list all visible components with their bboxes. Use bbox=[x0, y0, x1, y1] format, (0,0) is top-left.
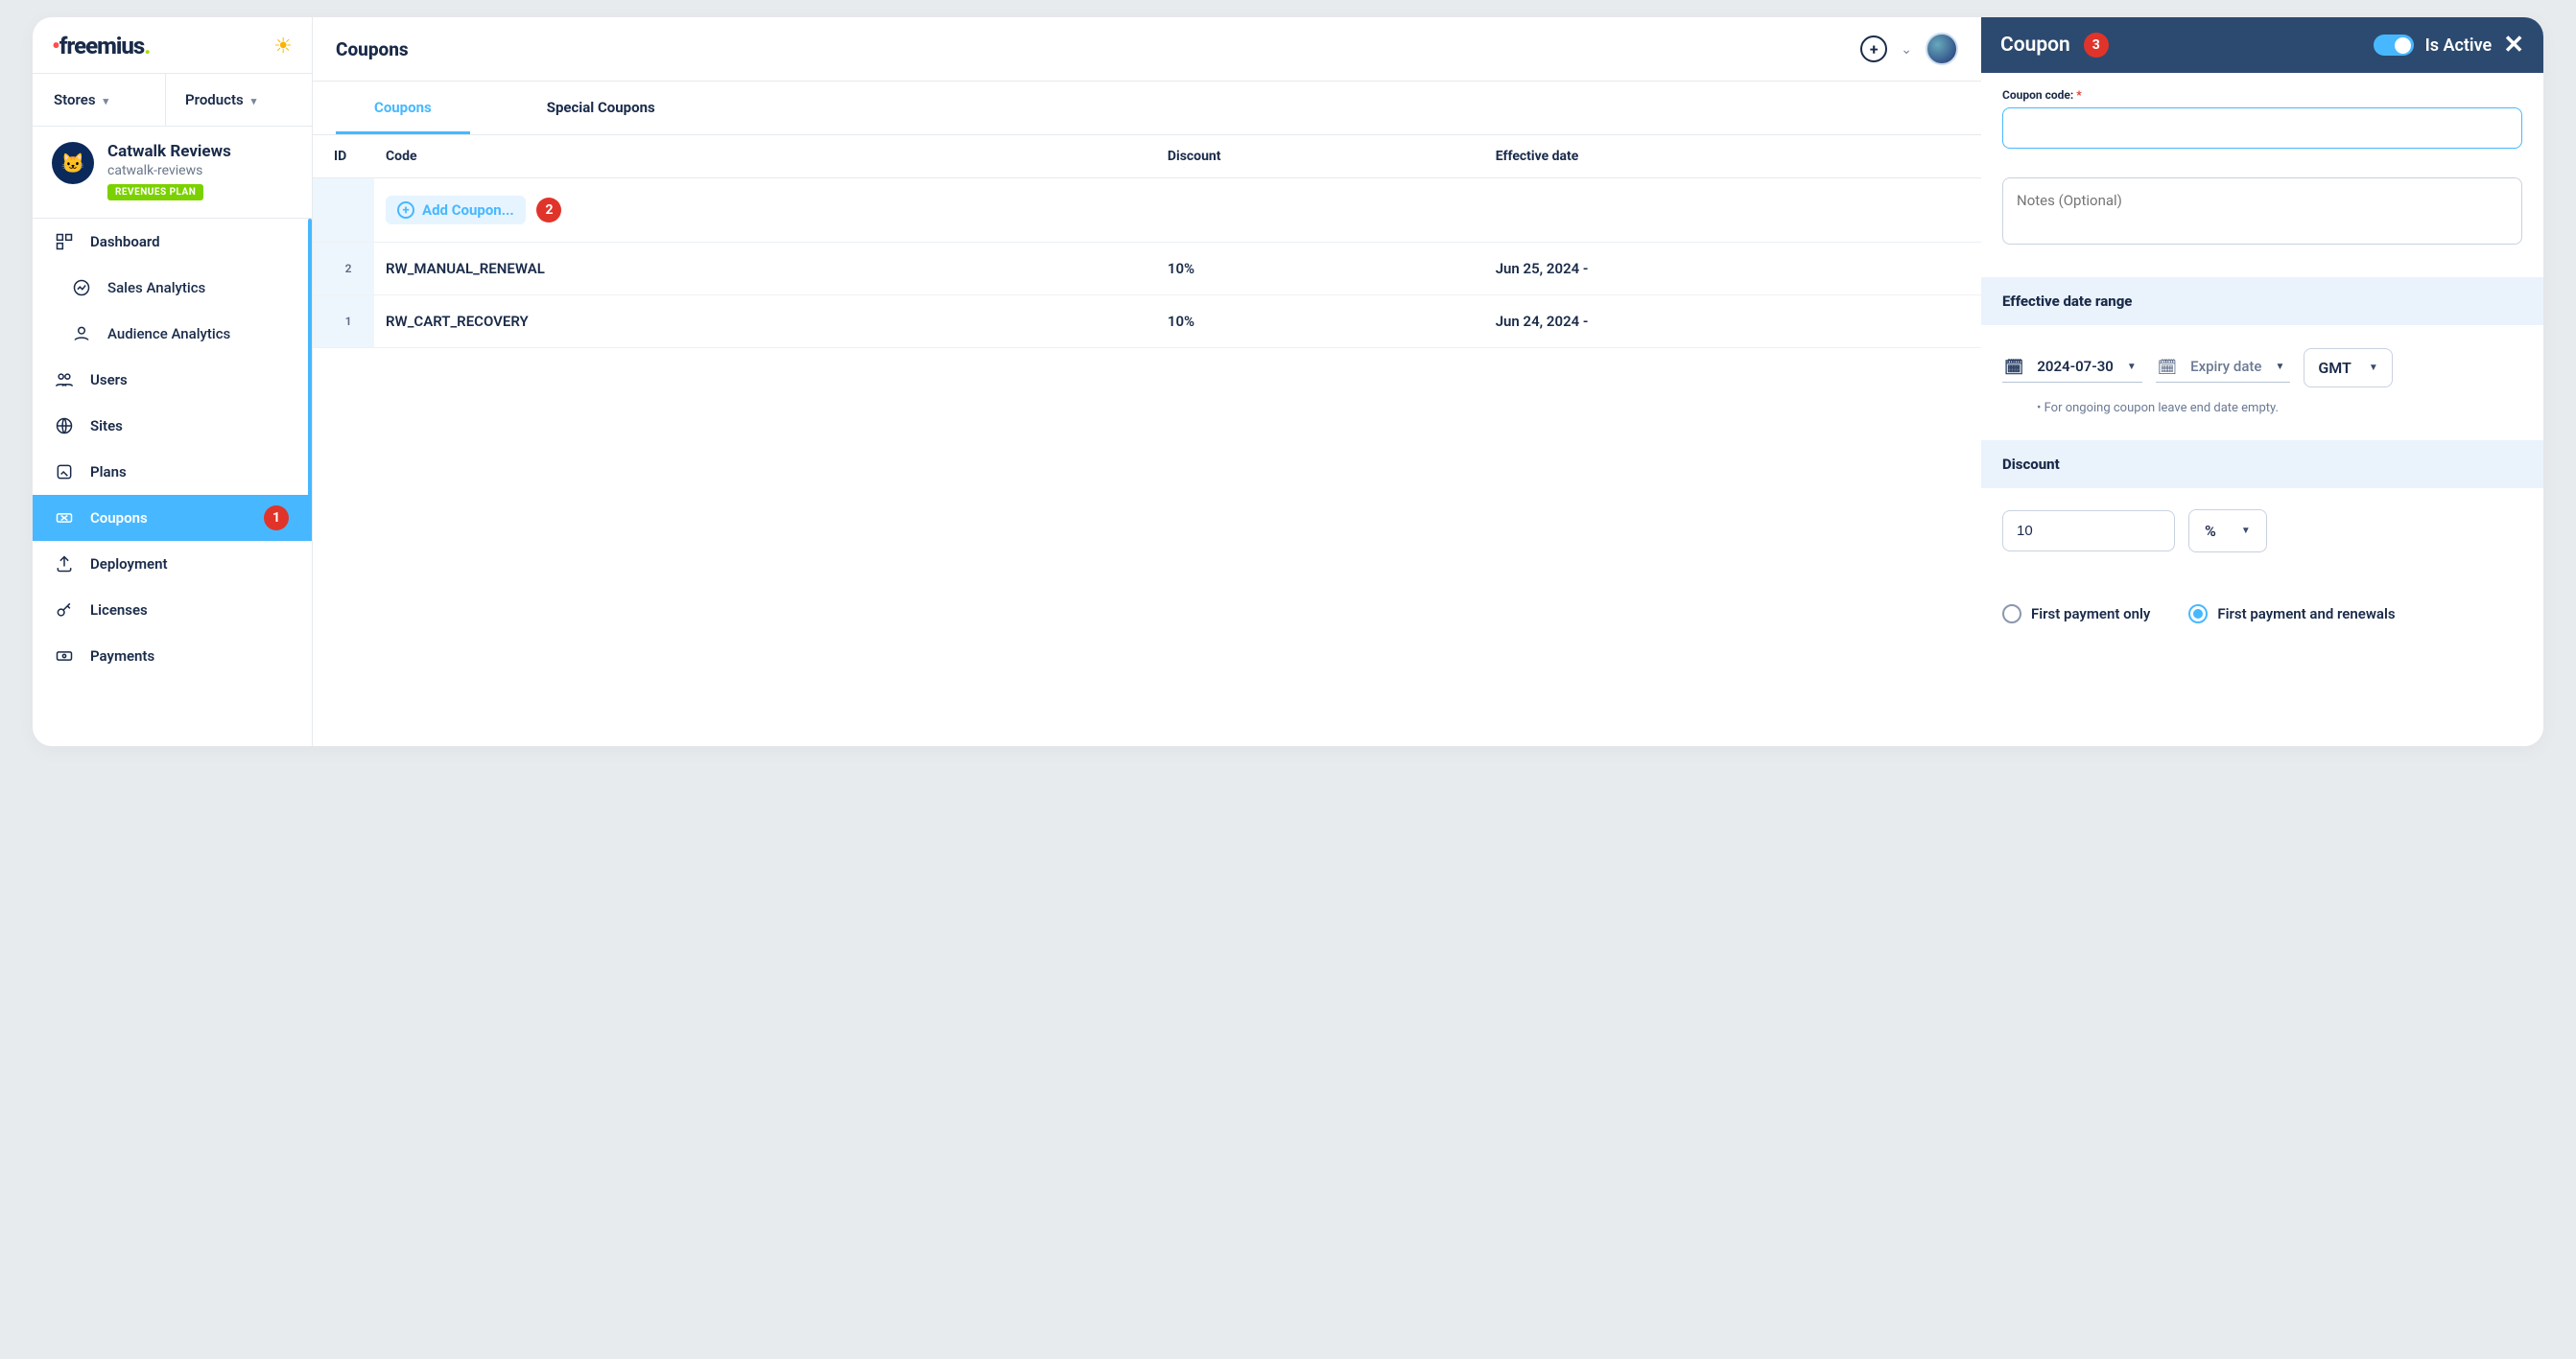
tab-coupons[interactable]: Coupons bbox=[336, 82, 470, 134]
plans-icon bbox=[54, 462, 75, 481]
col-date: Effective date bbox=[1484, 135, 1981, 178]
theme-toggle-icon[interactable]: ☀ bbox=[273, 35, 293, 59]
discount-section-header: Discount bbox=[1981, 440, 2543, 488]
nav-licenses[interactable]: Licenses bbox=[33, 587, 312, 633]
product-card: 🐱 Catwalk Reviews catwalk-reviews REVENU… bbox=[33, 127, 312, 219]
radio-icon bbox=[2188, 604, 2208, 623]
chevron-down-icon: ▼ bbox=[2127, 362, 2137, 372]
stores-dropdown[interactable]: Stores▾ bbox=[48, 74, 165, 126]
nav-dashboard[interactable]: Dashboard bbox=[33, 219, 312, 265]
analytics-icon bbox=[71, 278, 92, 297]
table-row[interactable]: 2 RW_MANUAL_RENEWAL 10% Jun 25, 2024 - bbox=[313, 243, 1981, 295]
row-date: Jun 24, 2024 - bbox=[1484, 295, 1981, 348]
nav-payments[interactable]: Payments bbox=[33, 633, 312, 679]
nav-sites[interactable]: Sites bbox=[33, 403, 312, 449]
coupon-icon bbox=[54, 508, 75, 527]
plus-icon: + bbox=[397, 201, 414, 219]
app-window: •freemius. ☀ Stores▾ Products▾ 🐱 Catwalk… bbox=[33, 17, 2543, 746]
col-discount: Discount bbox=[1156, 135, 1484, 178]
users-icon bbox=[54, 370, 75, 389]
is-active-toggle[interactable] bbox=[2374, 35, 2414, 56]
date-hint: • For ongoing coupon leave end date empt… bbox=[1981, 397, 2543, 440]
timezone-select[interactable]: GMT ▼ bbox=[2304, 348, 2392, 387]
nav-coupons[interactable]: Coupons 1 bbox=[33, 495, 312, 541]
tabs: Coupons Special Coupons bbox=[313, 82, 1981, 135]
row-date: Jun 25, 2024 - bbox=[1484, 243, 1981, 295]
row-discount: 10% bbox=[1156, 295, 1484, 348]
chevron-down-icon: ▼ bbox=[2369, 363, 2378, 373]
close-icon[interactable]: ✕ bbox=[2503, 31, 2524, 59]
end-date-picker[interactable]: 🗓 Expiry date ▼ bbox=[2156, 354, 2291, 383]
coupon-code-input[interactable] bbox=[2002, 107, 2522, 149]
discount-unit-select[interactable]: % ▼ bbox=[2188, 509, 2267, 552]
radio-icon bbox=[2002, 604, 2021, 623]
key-icon bbox=[54, 600, 75, 620]
nav-audience-analytics[interactable]: Audience Analytics bbox=[33, 311, 312, 357]
date-section-header: Effective date range bbox=[1981, 277, 2543, 325]
annotation-badge-3: 3 bbox=[2084, 33, 2109, 58]
nav-plans[interactable]: Plans bbox=[33, 449, 312, 495]
product-plan-badge: REVENUES PLAN bbox=[107, 184, 203, 200]
audience-icon bbox=[71, 324, 92, 343]
is-active-label: Is Active bbox=[2425, 35, 2493, 56]
chevron-down-icon: ▼ bbox=[2241, 526, 2251, 536]
calendar-icon: 🗓 bbox=[2158, 358, 2177, 376]
coupons-table: ID Code Discount Effective date + Add Co… bbox=[313, 135, 1981, 348]
row-discount: 10% bbox=[1156, 243, 1484, 295]
col-id: ID bbox=[313, 135, 374, 178]
add-coupon-row: + Add Coupon... 2 bbox=[313, 178, 1981, 243]
cash-icon bbox=[54, 646, 75, 666]
products-dropdown[interactable]: Products▾ bbox=[165, 74, 296, 126]
add-button[interactable]: + bbox=[1860, 35, 1887, 62]
page-title: Coupons bbox=[336, 38, 409, 60]
coupon-code-label: Coupon code: * bbox=[2002, 88, 2522, 102]
row-code: RW_MANUAL_RENEWAL bbox=[374, 243, 1156, 295]
chevron-down-icon: ▾ bbox=[251, 95, 257, 107]
user-avatar[interactable] bbox=[1926, 33, 1958, 65]
radio-first-and-renewals[interactable]: First payment and renewals bbox=[2183, 587, 2522, 641]
row-id: 2 bbox=[313, 243, 374, 295]
annotation-badge-2: 2 bbox=[536, 198, 561, 223]
main-content: Coupons + ⌄ Coupons Special Coupons ID C… bbox=[313, 17, 1981, 746]
chevron-down-icon: ▼ bbox=[2275, 362, 2284, 372]
chevron-down-icon: ▾ bbox=[104, 95, 109, 107]
annotation-badge-1: 1 bbox=[264, 505, 289, 530]
nav-deployment[interactable]: Deployment bbox=[33, 541, 312, 587]
radio-first-payment-only[interactable]: First payment only bbox=[2002, 604, 2150, 623]
nav-users[interactable]: Users bbox=[33, 357, 312, 403]
coupon-editor-panel: Coupon 3 Is Active ✕ Coupon code: * Effe… bbox=[1981, 17, 2543, 746]
product-name: Catwalk Reviews bbox=[107, 142, 231, 161]
row-id: 1 bbox=[313, 295, 374, 348]
nav-sales-analytics[interactable]: Sales Analytics bbox=[33, 265, 312, 311]
panel-title: Coupon bbox=[2000, 34, 2070, 57]
brand-logo: •freemius. bbox=[52, 33, 150, 59]
row-code: RW_CART_RECOVERY bbox=[374, 295, 1156, 348]
col-code: Code bbox=[374, 135, 1156, 178]
chevron-down-icon[interactable]: ⌄ bbox=[1901, 42, 1912, 58]
upload-icon bbox=[54, 554, 75, 574]
panel-header: Coupon 3 Is Active ✕ bbox=[1981, 17, 2543, 73]
discount-amount-input[interactable] bbox=[2002, 510, 2175, 551]
dashboard-icon bbox=[54, 232, 75, 251]
notes-input[interactable] bbox=[2002, 177, 2522, 245]
calendar-icon: 🗓 bbox=[2004, 358, 2023, 376]
table-row[interactable]: 1 RW_CART_RECOVERY 10% Jun 24, 2024 - bbox=[313, 295, 1981, 348]
add-coupon-button[interactable]: + Add Coupon... bbox=[386, 196, 526, 224]
product-slug: catwalk-reviews bbox=[107, 163, 231, 178]
tab-special-coupons[interactable]: Special Coupons bbox=[508, 82, 694, 134]
start-date-picker[interactable]: 🗓 2024-07-30 ▼ bbox=[2002, 354, 2142, 383]
globe-icon bbox=[54, 416, 75, 435]
primary-nav: Dashboard Sales Analytics Audience Analy… bbox=[33, 219, 312, 746]
sidebar: •freemius. ☀ Stores▾ Products▾ 🐱 Catwalk… bbox=[33, 17, 313, 746]
product-avatar: 🐱 bbox=[52, 142, 94, 184]
